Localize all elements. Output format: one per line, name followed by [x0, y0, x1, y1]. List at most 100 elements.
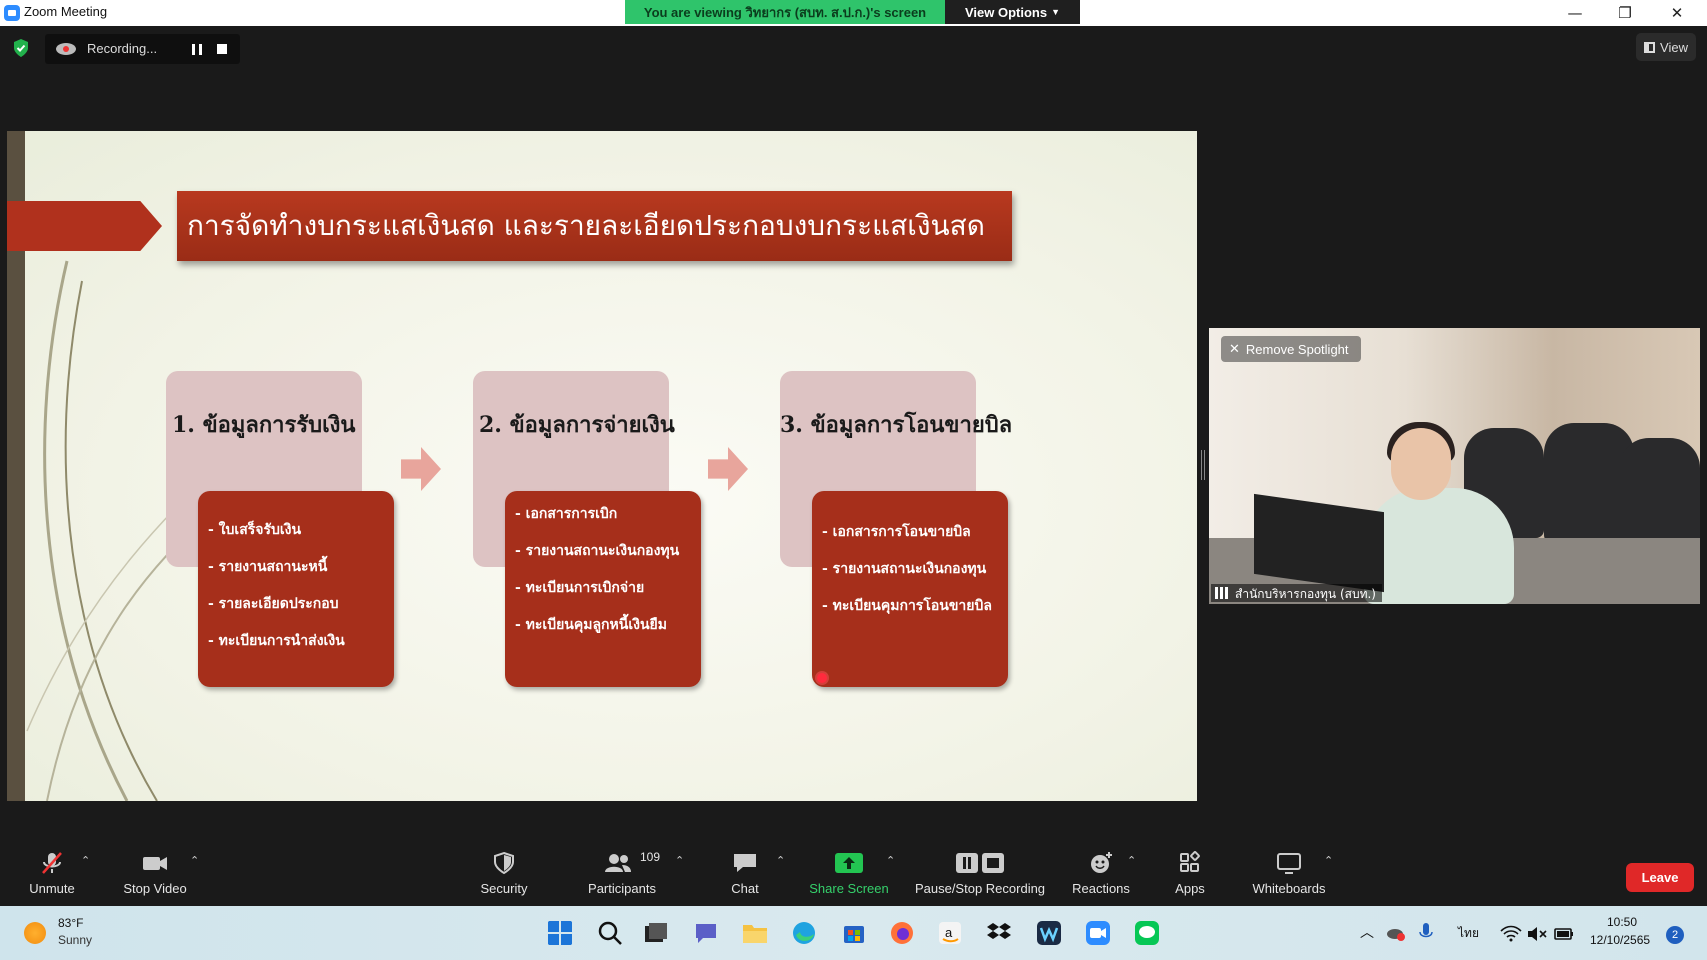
stop-video-button[interactable]: Stop Video	[115, 842, 195, 902]
flow-arrow-1	[401, 447, 441, 491]
pause-stop-recording-button[interactable]: Pause/Stop Recording	[910, 842, 1050, 902]
reactions-smiley-icon	[1091, 852, 1112, 873]
window-title: Zoom Meeting	[24, 4, 108, 19]
list-item: - เอกสารการโอนขายบิล	[822, 524, 971, 540]
panel-splitter[interactable]	[1201, 450, 1205, 480]
participants-count: 109	[640, 850, 661, 864]
list-item: - รายงานสถานะเงินกองทุน	[822, 561, 987, 577]
apps-icon	[1180, 851, 1200, 872]
clock-time[interactable]: 10:50	[1607, 915, 1637, 929]
microphone-tray-icon[interactable]	[1416, 922, 1436, 944]
list-item: - รายงานสถานะเงินกองทุน	[515, 543, 680, 559]
list-item: - ทะเบียนคุมการโอนขายบิล	[822, 598, 992, 614]
dropbox-icon[interactable]	[986, 920, 1012, 946]
video-camera-icon	[143, 857, 167, 870]
card-receipt-items: - ใบเสร็จรับเงิน - รายงานสถานะหนี้ - ราย…	[198, 491, 394, 687]
encryption-shield-icon[interactable]	[12, 38, 30, 58]
view-label: View	[1660, 39, 1688, 55]
search-icon[interactable]	[597, 920, 623, 946]
pause-recording-icon[interactable]	[192, 44, 202, 55]
notification-badge[interactable]: 2	[1666, 926, 1684, 944]
line-messenger-icon[interactable]	[1134, 920, 1160, 946]
whiteboards-button[interactable]: Whiteboards	[1244, 842, 1334, 902]
card-heading: 1. ข้อมูลการรับเงิน	[172, 412, 356, 438]
participants-icon	[605, 854, 631, 872]
teams-chat-icon[interactable]	[693, 920, 719, 946]
slide-title: การจัดทำงบกระแสเงินสด และรายละเอียดประกอ…	[177, 191, 1012, 261]
chat-button[interactable]: Chat	[722, 842, 768, 902]
view-layout-button[interactable]: View	[1636, 33, 1696, 61]
weather-condition[interactable]: Sunny	[58, 933, 92, 947]
security-button[interactable]: Security	[474, 842, 534, 902]
share-options-caret[interactable]: ⌃	[886, 854, 895, 867]
view-options-label: View Options	[964, 4, 1048, 20]
participants-options-caret[interactable]: ⌃	[675, 854, 684, 867]
list-item: - รายละเอียดประกอบ	[208, 596, 339, 612]
clock-date[interactable]: 12/10/2565	[1590, 933, 1650, 947]
whiteboards-options-caret[interactable]: ⌃	[1324, 854, 1333, 867]
unmute-button[interactable]: Unmute	[22, 842, 82, 902]
task-view-icon[interactable]	[643, 920, 669, 946]
whiteboard-icon	[1277, 853, 1301, 874]
reactions-button[interactable]: Reactions	[1068, 842, 1134, 902]
list-item: - ทะเบียนการนำส่งเงิน	[208, 633, 345, 649]
shared-screen-slide: การจัดทำงบกระแสเงินสด และรายละเอียดประกอ…	[7, 131, 1197, 801]
list-item: - ทะเบียนการเบิกจ่าย	[515, 580, 645, 596]
share-screen-button[interactable]: Share Screen	[806, 842, 892, 902]
minimize-button[interactable]: —	[1552, 0, 1598, 26]
pin-icon: ✕	[1229, 341, 1240, 356]
weather-sun-icon[interactable]	[24, 922, 46, 944]
laser-pointer	[817, 673, 827, 683]
share-screen-label: Share Screen	[809, 881, 889, 896]
unmute-label: Unmute	[29, 881, 75, 896]
list-item: - รายงานสถานะหนี้	[208, 559, 328, 575]
chat-label: Chat	[731, 881, 759, 896]
meeting-toolbar: Unmute ⌃ Stop Video ⌃ Security 109 Parti…	[0, 840, 1707, 906]
flow-arrow-2	[708, 447, 748, 491]
close-button[interactable]: ✕	[1654, 0, 1700, 26]
webex-icon[interactable]	[1036, 920, 1062, 946]
list-item: - ใบเสร็จรับเงิน	[208, 522, 302, 538]
zoom-taskbar-icon[interactable]	[1085, 920, 1111, 946]
chat-options-caret[interactable]: ⌃	[776, 854, 785, 867]
reactions-options-caret[interactable]: ⌃	[1127, 854, 1136, 867]
leave-button[interactable]: Leave	[1626, 863, 1694, 892]
battery-icon[interactable]	[1553, 924, 1575, 944]
layout-icon	[1644, 41, 1656, 53]
participants-button[interactable]: 109 Participants	[582, 842, 662, 902]
windows-taskbar: 83°F Sunny a ︿ ไทย 10:50 12/10/2565 2	[0, 906, 1707, 960]
title-arrow-tab	[7, 201, 162, 251]
whiteboards-label: Whiteboards	[1252, 881, 1326, 896]
show-hidden-icons-chevron[interactable]: ︿	[1360, 922, 1374, 942]
cloud-recording-icon	[56, 43, 76, 55]
file-explorer-icon[interactable]	[742, 920, 768, 946]
microsoft-store-icon[interactable]	[841, 920, 867, 946]
recording-indicator: Recording...	[45, 34, 240, 64]
cloud-sync-icon[interactable]	[1385, 922, 1407, 944]
windows-start-icon[interactable]	[547, 920, 573, 946]
view-options-button[interactable]: View Options ▼	[945, 0, 1080, 24]
card-heading: 2. ข้อมูลการจ่ายเงิน	[479, 412, 675, 438]
video-options-caret[interactable]: ⌃	[190, 854, 199, 867]
input-language[interactable]: ไทย	[1458, 924, 1479, 943]
apps-button[interactable]: Apps	[1170, 842, 1210, 902]
list-item: - ทะเบียนคุมลูกหนี้เงินยืม	[515, 617, 667, 633]
video-person-head	[1391, 428, 1451, 500]
chevron-down-icon: ▼	[1051, 7, 1061, 17]
remove-spotlight-button[interactable]: ✕ Remove Spotlight	[1221, 336, 1361, 362]
weather-temperature[interactable]: 83°F	[58, 916, 83, 930]
security-label: Security	[480, 881, 528, 896]
audio-options-caret[interactable]: ⌃	[81, 854, 90, 867]
speaker-muted-icon[interactable]	[1526, 924, 1548, 944]
pause-stop-recording-icon	[956, 853, 1004, 873]
participant-video-tile[interactable]: ✕ Remove Spotlight สำนักบริหารกองทุน (สบ…	[1209, 328, 1700, 604]
remove-spotlight-label: Remove Spotlight	[1245, 341, 1349, 357]
stop-video-label: Stop Video	[123, 881, 187, 896]
amazon-icon[interactable]: a	[937, 920, 963, 946]
restore-button[interactable]: ❐	[1602, 0, 1648, 26]
wifi-icon[interactable]	[1500, 924, 1522, 944]
firefox-icon[interactable]	[889, 920, 915, 946]
edge-browser-icon[interactable]	[791, 920, 817, 946]
stop-recording-icon[interactable]	[217, 44, 227, 54]
video-chair	[1619, 438, 1700, 548]
